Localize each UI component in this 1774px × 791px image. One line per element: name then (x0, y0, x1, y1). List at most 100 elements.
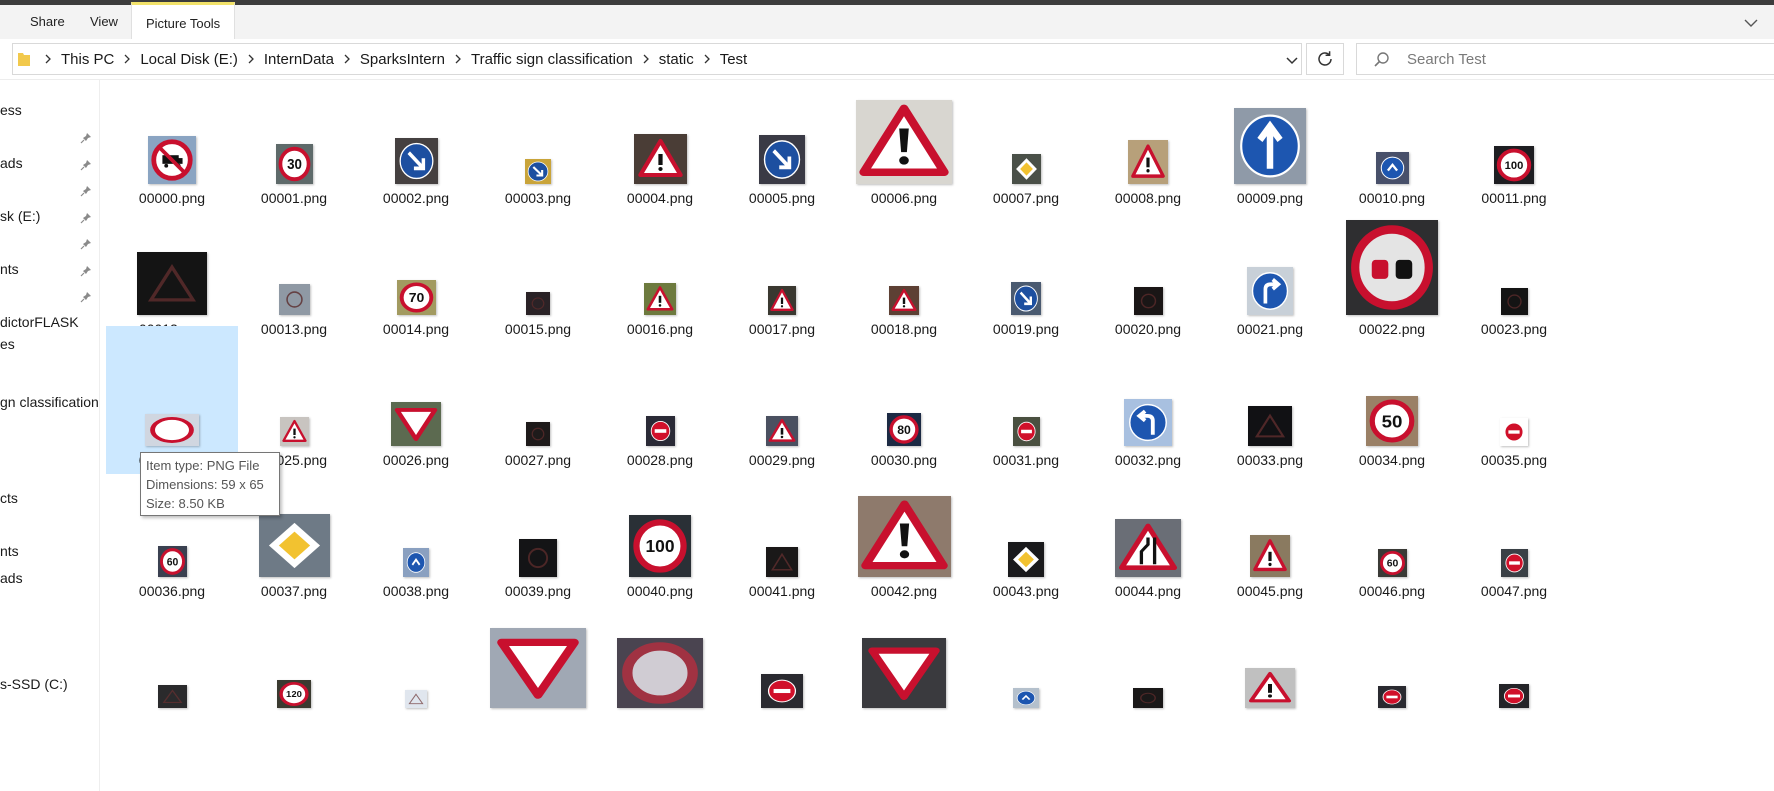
tab-view[interactable]: View (84, 5, 124, 39)
breadcrumb-item[interactable]: static (655, 51, 698, 68)
refresh-icon (1318, 51, 1332, 66)
file-item[interactable] (1326, 588, 1458, 736)
thumbnail-image (759, 135, 805, 184)
nav-item[interactable]: cts (0, 490, 18, 512)
file-item[interactable]: 100 00011.png (1448, 80, 1580, 212)
file-item[interactable]: 00002.png (350, 80, 482, 212)
file-item[interactable]: 00005.png (716, 80, 848, 212)
file-item[interactable]: 00010.png (1326, 80, 1458, 212)
nav-item[interactable]: ess (0, 102, 22, 124)
thumbnail-image (1115, 519, 1181, 577)
breadcrumb-item[interactable]: Test (716, 51, 752, 68)
file-item[interactable]: 00013.png (228, 195, 360, 343)
pin-icon (80, 158, 92, 171)
file-item[interactable]: 00047.png (1448, 457, 1580, 605)
file-item[interactable]: 100 00040.png (594, 457, 726, 605)
file-item[interactable] (838, 588, 970, 736)
file-item[interactable]: 00044.png (1082, 457, 1214, 605)
file-item[interactable]: 00042.png (838, 457, 970, 605)
file-item[interactable] (350, 588, 482, 736)
file-item[interactable]: 00026.png (350, 326, 482, 474)
address-bar[interactable]: This PC Local Disk (E:) InternData SparksIn… (12, 43, 1302, 75)
breadcrumb-separator-icon[interactable] (449, 53, 467, 65)
file-item[interactable]: 00031.png (960, 326, 1092, 474)
file-item[interactable]: 00019.png (960, 195, 1092, 343)
nav-item[interactable]: es (0, 336, 15, 358)
breadcrumb-separator-icon[interactable] (242, 53, 260, 65)
nav-item[interactable]: gn classification (0, 394, 99, 416)
file-item[interactable] (1448, 588, 1580, 736)
file-item[interactable]: 00023.png (1448, 195, 1580, 343)
file-item[interactable]: 00003.png (472, 80, 604, 212)
breadcrumb-separator-icon[interactable] (39, 53, 57, 65)
breadcrumb-item[interactable]: Local Disk (E:) (136, 51, 242, 68)
file-item[interactable]: 00000.png (106, 80, 238, 212)
file-item[interactable]: 00006.png (838, 80, 970, 212)
file-item[interactable]: 00021.png (1204, 195, 1336, 343)
file-item[interactable]: 00008.png (1082, 80, 1214, 212)
file-item[interactable]: 00039.png (472, 457, 604, 605)
file-item[interactable]: 00041.png (716, 457, 848, 605)
file-item[interactable]: 00045.png (1204, 457, 1336, 605)
file-item[interactable]: 00035.png (1448, 326, 1580, 474)
file-item[interactable]: 00032.png (1082, 326, 1214, 474)
thumbnail-image (526, 422, 550, 446)
file-item[interactable]: 50 00034.png (1326, 326, 1458, 474)
file-item[interactable]: 60 00046.png (1326, 457, 1458, 605)
file-item[interactable]: 80 00030.png (838, 326, 970, 474)
nav-item[interactable]: sk (E:) (0, 208, 40, 230)
breadcrumb-separator-icon[interactable] (637, 53, 655, 65)
nav-item[interactable]: nts (0, 261, 19, 283)
address-dropdown-icon[interactable] (1279, 48, 1305, 72)
file-item[interactable]: 00016.png (594, 195, 726, 343)
refresh-button[interactable] (1306, 43, 1344, 75)
nav-item[interactable]: s-SSD (C:) (0, 676, 68, 698)
nav-item[interactable]: nts (0, 543, 19, 565)
file-item[interactable]: 00038.png (350, 457, 482, 605)
file-item[interactable]: 00022.png (1326, 195, 1458, 343)
file-item[interactable]: 00007.png (960, 80, 1092, 212)
thumbnail-image: 50 (1366, 396, 1418, 446)
file-item[interactable]: 00029.png (716, 326, 848, 474)
file-item[interactable]: 00020.png (1082, 195, 1214, 343)
search-input[interactable]: Search Test (1407, 51, 1486, 68)
breadcrumb-separator-icon[interactable] (338, 53, 356, 65)
pin-icon (80, 184, 92, 197)
thumbnail-image (145, 414, 199, 446)
file-item[interactable]: 00009.png (1204, 80, 1336, 212)
file-item[interactable] (1082, 588, 1214, 736)
file-item[interactable]: 00033.png (1204, 326, 1336, 474)
file-item[interactable]: 00015.png (472, 195, 604, 343)
breadcrumb-item[interactable]: Traffic sign classification (467, 51, 637, 68)
file-item[interactable] (472, 588, 604, 736)
breadcrumb-item[interactable]: This PC (57, 51, 118, 68)
file-item[interactable] (594, 588, 726, 736)
breadcrumb-separator-icon[interactable] (118, 53, 136, 65)
file-item[interactable] (960, 588, 1092, 736)
breadcrumb-separator-icon[interactable] (698, 53, 716, 65)
file-item[interactable]: 00012.png (106, 195, 238, 343)
tab-picture-tools[interactable]: Picture Tools (131, 2, 236, 39)
nav-item[interactable]: ads (0, 155, 23, 177)
nav-item[interactable]: ads (0, 570, 23, 592)
file-item[interactable]: 00017.png (716, 195, 848, 343)
file-item[interactable]: 120 (228, 588, 360, 736)
file-item[interactable] (1204, 588, 1336, 736)
search-box[interactable]: Search Test (1356, 43, 1774, 75)
chevron-down-icon[interactable] (1742, 14, 1760, 32)
file-item[interactable] (106, 588, 238, 736)
file-item[interactable]: 00043.png (960, 457, 1092, 605)
tab-share[interactable]: Share (24, 5, 71, 39)
file-item[interactable]: 00004.png (594, 80, 726, 212)
thumbnail-image (519, 539, 557, 577)
file-item[interactable]: 70 00014.png (350, 195, 482, 343)
file-item[interactable]: 00028.png (594, 326, 726, 474)
breadcrumb-item[interactable]: InternData (260, 51, 338, 68)
file-item[interactable]: 00018.png (838, 195, 970, 343)
thumbnail-image (617, 638, 703, 708)
file-item[interactable]: 30 00001.png (228, 80, 360, 212)
breadcrumb-item[interactable]: SparksIntern (356, 51, 449, 68)
nav-item[interactable]: dictorFLASK (0, 314, 79, 336)
file-item[interactable] (716, 588, 848, 736)
file-item[interactable]: 00027.png (472, 326, 604, 474)
